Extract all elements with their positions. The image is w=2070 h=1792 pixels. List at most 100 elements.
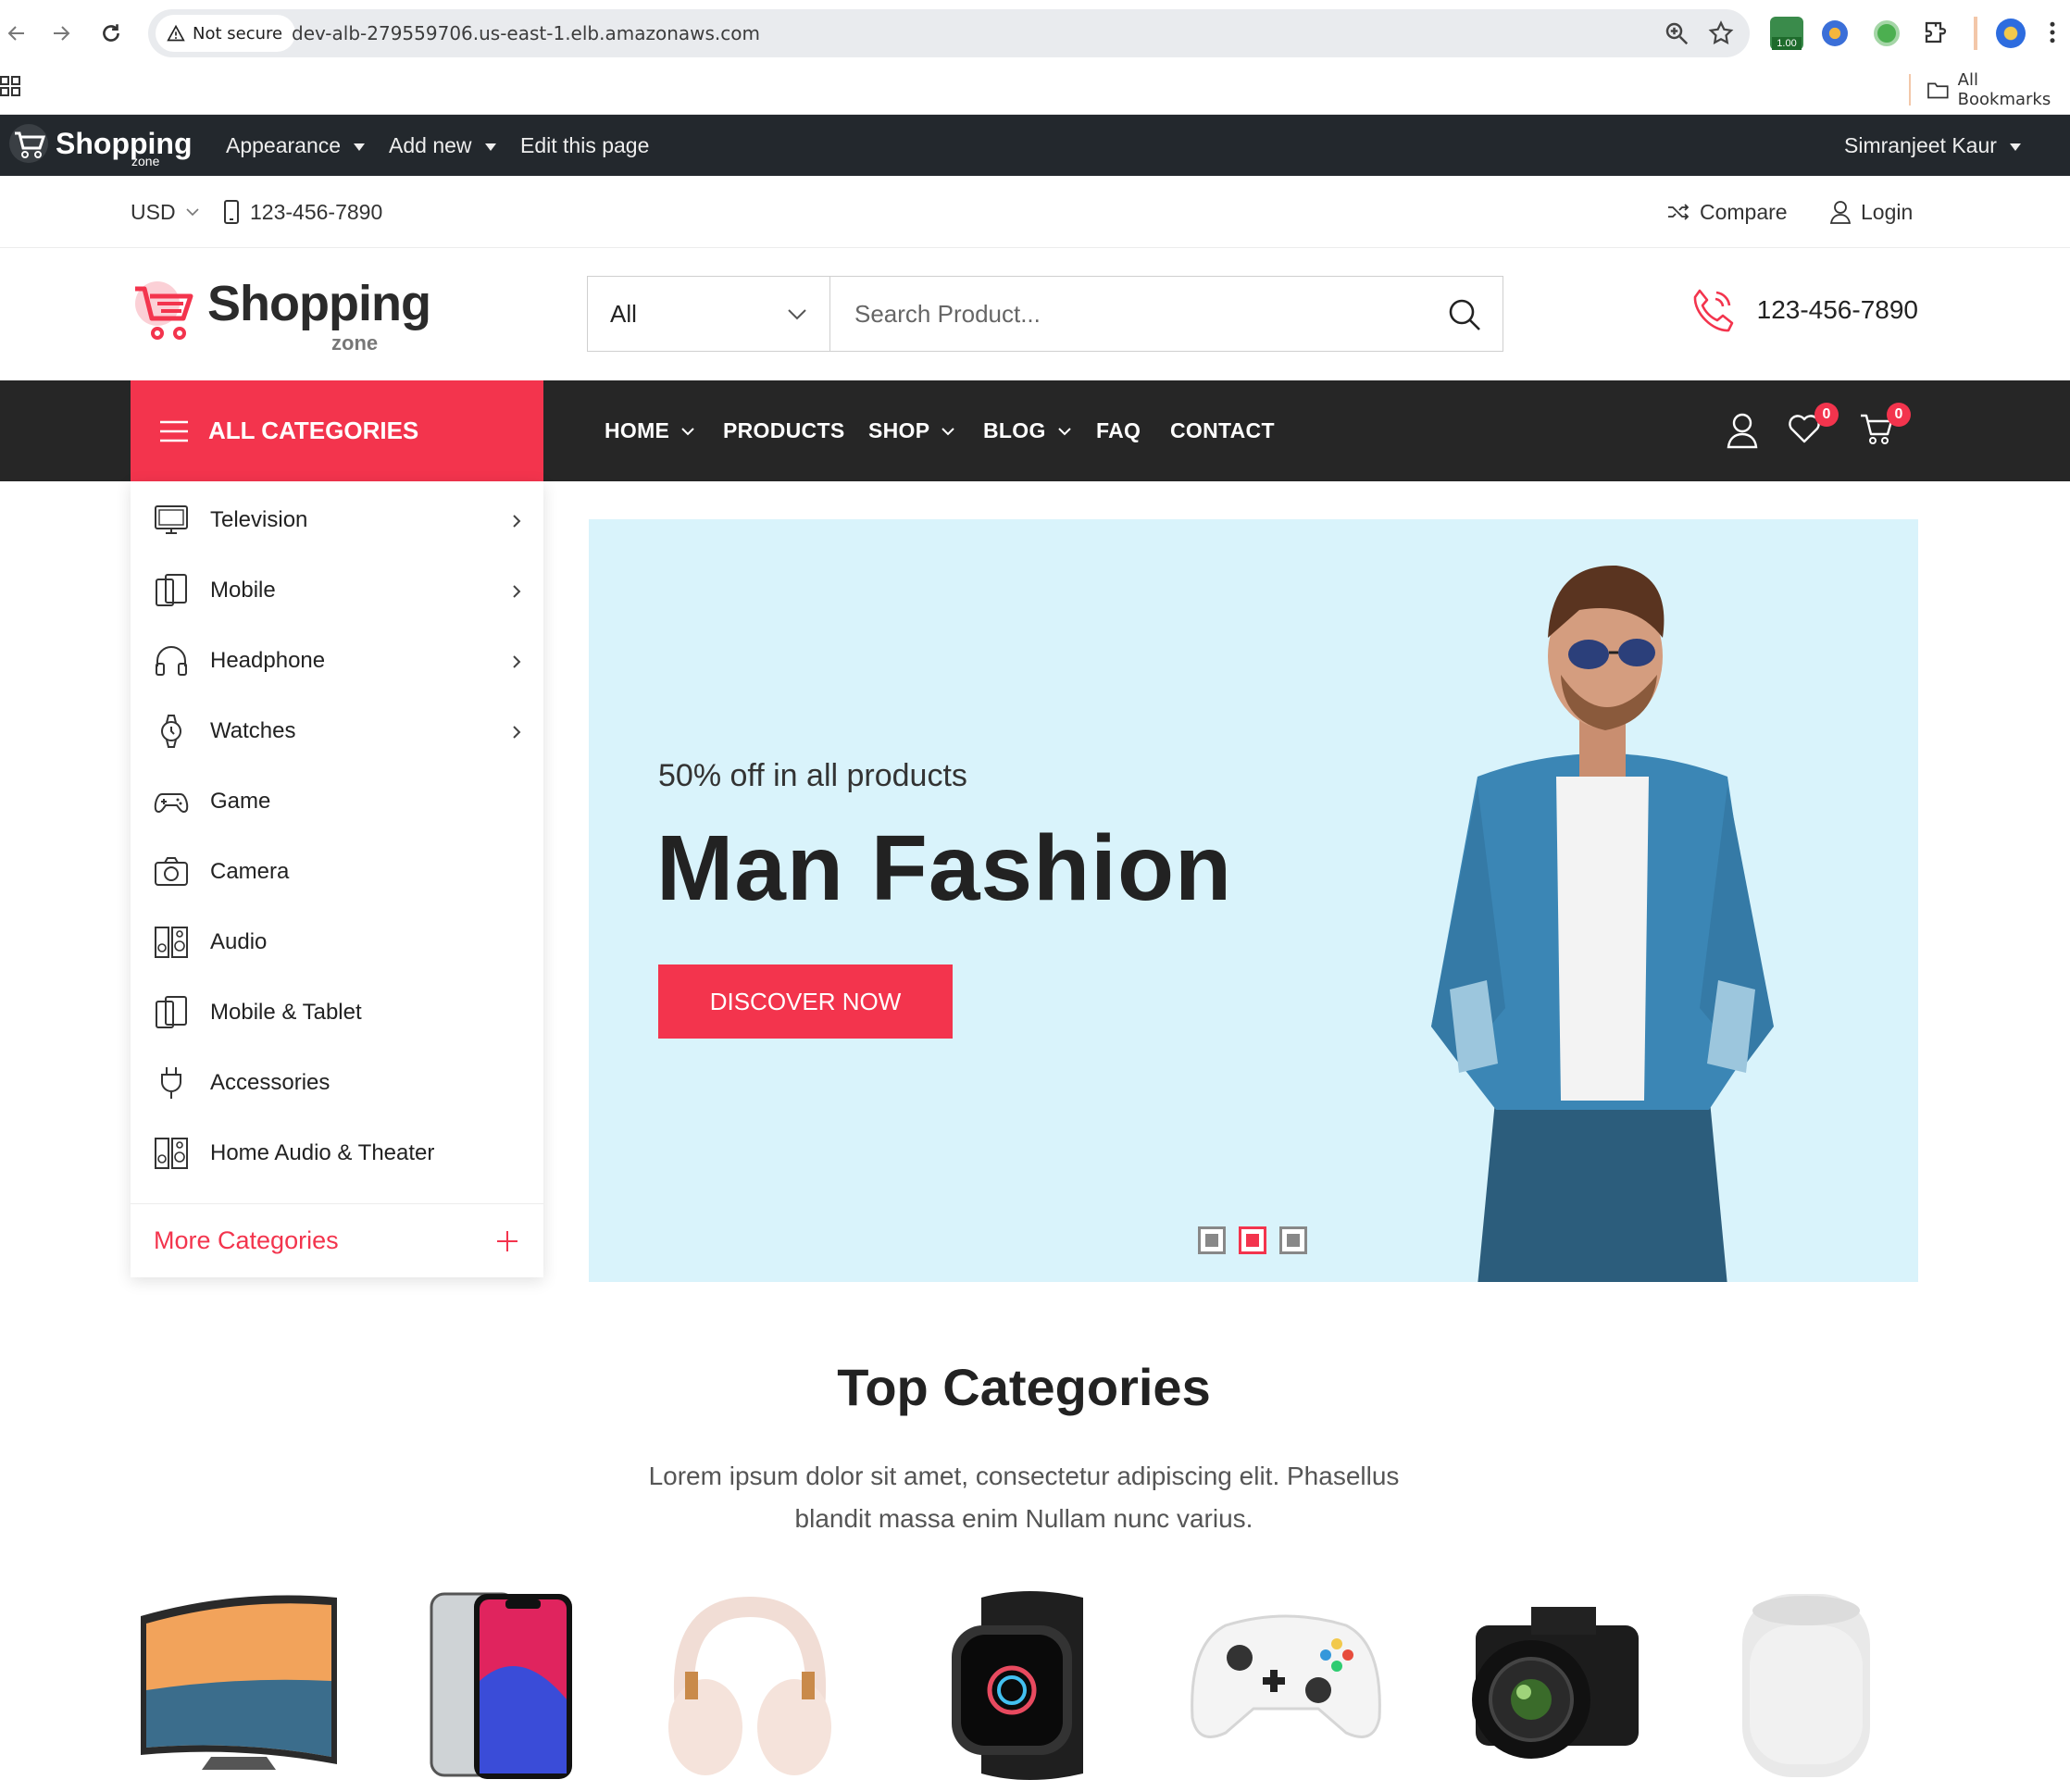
- nav-faq[interactable]: FAQ: [1096, 380, 1141, 481]
- camera-icon: [155, 857, 188, 886]
- extension-globe-icon[interactable]: [1822, 20, 1848, 46]
- hero-title: Man Fashion: [656, 816, 1233, 920]
- compare-link[interactable]: Compare: [1666, 176, 1788, 248]
- admin-edit-page-label: Edit this page: [520, 133, 650, 157]
- category-item-mobile[interactable]: Mobile: [131, 555, 543, 626]
- extensions-puzzle-icon[interactable]: [1922, 19, 1950, 46]
- search-icon[interactable]: [1447, 297, 1482, 332]
- tv-image[interactable]: [137, 1588, 341, 1783]
- category-item-home-audio-theater[interactable]: Home Audio & Theater: [131, 1118, 543, 1188]
- category-label: Accessories: [210, 1070, 330, 1095]
- site-logo[interactable]: Shopping zone: [130, 276, 431, 355]
- plus-icon: [497, 1230, 518, 1251]
- search-category-select[interactable]: All: [588, 277, 830, 351]
- chevron-down-icon: [1057, 427, 1071, 435]
- category-label: Watches: [210, 718, 296, 743]
- bookmark-star-icon[interactable]: [1707, 17, 1735, 50]
- admin-user-menu[interactable]: Simranjeet Kaur: [1844, 115, 2021, 176]
- mobile-icon: [156, 574, 187, 606]
- account-icon[interactable]: [1726, 412, 1763, 449]
- chevron-down-icon: [185, 208, 199, 217]
- phone-call-icon: [1693, 289, 1733, 332]
- logo-tagline: zone: [331, 331, 379, 355]
- admin-bar: Shopping zone Appearance Add new Edit th…: [0, 115, 2070, 176]
- category-item-audio[interactable]: Audio: [131, 907, 543, 977]
- chevron-right-icon: [513, 515, 521, 528]
- chevron-right-icon: [513, 655, 521, 668]
- category-item-television[interactable]: Television: [131, 485, 543, 555]
- main-navigation: ALL CATEGORIES HOME PRODUCTS SHOP BLOG F…: [0, 380, 2070, 481]
- forward-icon[interactable]: [44, 17, 78, 50]
- nav-contact-label: CONTACT: [1170, 418, 1275, 442]
- category-label: Television: [210, 507, 308, 532]
- more-categories-button[interactable]: More Categories: [131, 1203, 543, 1277]
- category-item-camera[interactable]: Camera: [131, 837, 543, 907]
- admin-add-new-menu[interactable]: Add new: [389, 115, 496, 176]
- category-item-headphone[interactable]: Headphone: [131, 626, 543, 696]
- nav-contact[interactable]: CONTACT: [1170, 380, 1275, 481]
- category-item-mobile-tablet[interactable]: Mobile & Tablet: [131, 977, 543, 1048]
- category-item-accessories[interactable]: Accessories: [131, 1048, 543, 1118]
- wishlist-heart-icon[interactable]: 0: [1787, 403, 1839, 449]
- extension-counter-icon[interactable]: 1.00: [1770, 17, 1803, 50]
- nav-products[interactable]: PRODUCTS: [723, 380, 844, 481]
- login-link[interactable]: Login: [1829, 176, 1913, 248]
- all-bookmarks-button[interactable]: All Bookmarks: [1909, 70, 2070, 109]
- headphones-image[interactable]: [657, 1588, 842, 1783]
- chevron-down-icon: [681, 427, 694, 435]
- topbar-phone-number: 123-456-7890: [250, 199, 383, 224]
- admin-appearance-menu[interactable]: Appearance: [226, 115, 366, 176]
- wishlist-count-badge: 0: [1814, 403, 1839, 427]
- admin-edit-page-link[interactable]: Edit this page: [520, 115, 649, 176]
- category-label: Home Audio & Theater: [210, 1140, 435, 1165]
- apps-grid-icon[interactable]: [0, 76, 20, 96]
- browser-menu-icon[interactable]: [2046, 19, 2059, 46]
- back-icon[interactable]: [0, 17, 33, 50]
- category-label: Game: [210, 789, 271, 814]
- nav-shop-label: SHOP: [868, 418, 930, 442]
- game-controller-image[interactable]: [1189, 1588, 1383, 1783]
- category-label: Camera: [210, 859, 290, 884]
- slider-dot-1[interactable]: [1198, 1226, 1226, 1254]
- all-categories-button[interactable]: ALL CATEGORIES: [131, 380, 543, 481]
- nav-products-label: PRODUCTS: [723, 418, 845, 442]
- site-header: Shopping zone All 123-456-7890: [0, 248, 2070, 380]
- chevron-right-icon: [513, 585, 521, 598]
- admin-site-logo[interactable]: Shopping zone: [7, 122, 193, 168]
- nav-blog[interactable]: BLOG: [983, 380, 1072, 481]
- camera-image[interactable]: [1457, 1588, 1642, 1783]
- nav-shop[interactable]: SHOP: [868, 380, 955, 481]
- reload-icon[interactable]: [94, 17, 128, 50]
- hotline-number: 123-456-7890: [1756, 295, 1918, 324]
- security-chip[interactable]: Not secure: [156, 15, 296, 52]
- extension-robot-icon[interactable]: [1874, 20, 1900, 46]
- smartphone-image[interactable]: [428, 1588, 576, 1783]
- all-bookmarks-label: All Bookmarks: [1957, 70, 2051, 109]
- category-label: Headphone: [210, 648, 326, 673]
- category-sidebar: Television Mobile Headphone Watches Game…: [131, 481, 543, 1277]
- category-label: Mobile: [210, 578, 276, 603]
- nav-home[interactable]: HOME: [605, 380, 695, 481]
- address-bar[interactable]: Not secure dev-alb-279559706.us-east-1.e…: [148, 9, 1750, 57]
- top-categories-title: Top Categories: [837, 1358, 1211, 1416]
- category-item-watches[interactable]: Watches: [131, 696, 543, 766]
- compare-label: Compare: [1700, 199, 1788, 224]
- all-categories-label: ALL CATEGORIES: [208, 417, 419, 444]
- user-icon: [1829, 201, 1852, 224]
- chevron-right-icon: [513, 726, 521, 739]
- smartwatch-image[interactable]: [944, 1588, 1111, 1783]
- hamburger-icon: [160, 420, 188, 442]
- slider-dot-3[interactable]: [1279, 1226, 1307, 1254]
- category-item-game[interactable]: Game: [131, 766, 543, 837]
- currency-select[interactable]: USD: [131, 176, 200, 248]
- profile-avatar[interactable]: [1996, 19, 2026, 48]
- category-label: Mobile & Tablet: [210, 1000, 362, 1025]
- discover-now-button[interactable]: DISCOVER NOW: [658, 964, 953, 1039]
- smart-speaker-image[interactable]: [1737, 1588, 1876, 1783]
- slider-dot-2[interactable]: [1239, 1226, 1266, 1254]
- zoom-icon[interactable]: [1663, 17, 1690, 50]
- search-input[interactable]: [830, 277, 1423, 351]
- url-text[interactable]: dev-alb-279559706.us-east-1.elb.amazonaw…: [292, 9, 760, 57]
- warning-icon: [167, 24, 185, 42]
- cart-icon[interactable]: 0: [1859, 403, 1911, 449]
